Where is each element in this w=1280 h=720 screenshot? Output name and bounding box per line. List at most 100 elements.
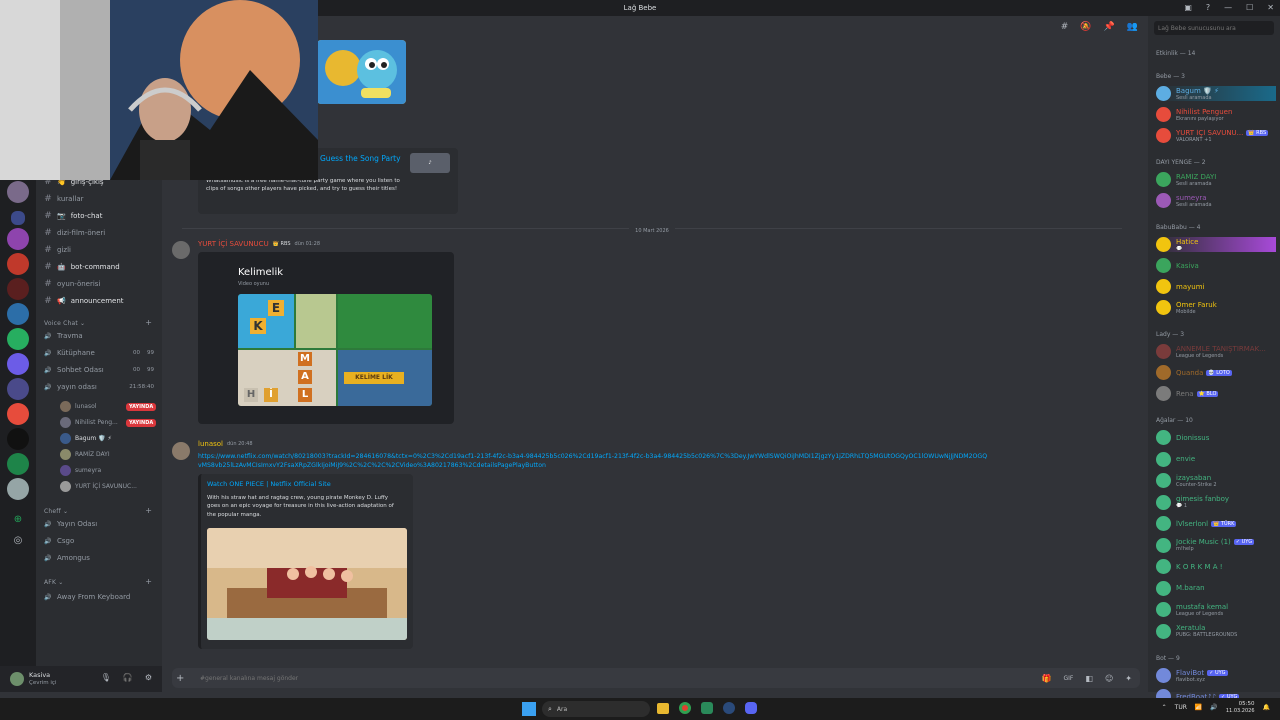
message-author[interactable]: YURT İÇİ SAVUNUCU: [198, 240, 269, 248]
member-row[interactable]: FlaviBot ✓ UYG flavibot.xyz: [1156, 668, 1276, 683]
notification-icon[interactable]: 🔔: [1263, 704, 1270, 711]
clock-time[interactable]: 05:50: [1226, 701, 1255, 708]
add-channel-icon[interactable]: +: [145, 577, 152, 586]
member-row[interactable]: RAMİZ DAYI Sesli aramada: [1156, 172, 1276, 187]
member-row[interactable]: mayumi: [1156, 279, 1276, 294]
steam-icon[interactable]: [723, 702, 735, 714]
game-title-link[interactable]: Guess the Song Party: [320, 154, 401, 163]
member-row[interactable]: Ömer Faruk Mobilde: [1156, 300, 1276, 315]
voice-channel[interactable]: 🔊 Away From Keyboard: [44, 593, 130, 601]
text-channel[interactable]: # 📷 foto-chat: [44, 211, 102, 221]
chevron-up-icon[interactable]: ⌃: [1162, 704, 1167, 711]
clock-date[interactable]: 11.03.2026: [1226, 708, 1255, 714]
server-icon[interactable]: [7, 328, 29, 350]
voice-channel[interactable]: 🔊 yayın odası: [44, 383, 97, 391]
text-channel[interactable]: # 🤖 bot-command: [44, 262, 119, 272]
message-link[interactable]: https://www.netflix.com/watch/80218003?t…: [198, 452, 988, 471]
sticker-icon[interactable]: ◧: [1085, 674, 1093, 683]
embed-image[interactable]: [207, 528, 407, 640]
embed-title-link[interactable]: Watch ONE PIECE | Netflix Official Site: [207, 480, 331, 488]
minimize-icon[interactable]: —: [1224, 3, 1232, 12]
afk-category[interactable]: AFK ⌄: [44, 579, 63, 586]
server-icon[interactable]: [7, 478, 29, 500]
member-row[interactable]: Quanda 💀 LOTO: [1156, 365, 1276, 380]
avatar[interactable]: [172, 241, 190, 259]
settings-gear-icon[interactable]: ⚙: [145, 673, 152, 682]
server-icon[interactable]: [7, 253, 29, 275]
cheff-category[interactable]: Cheff ⌄: [44, 508, 68, 515]
avatar[interactable]: [10, 672, 24, 686]
search-input[interactable]: [1158, 24, 1274, 32]
server-icon[interactable]: [7, 278, 29, 300]
activity-card[interactable]: Kelimelik Video oyunu K E M A L İ H KELİ…: [198, 252, 454, 424]
member-row[interactable]: YURT İÇİ SAVUNU... 👑 RBS VALORANT +1: [1156, 128, 1276, 143]
member-row[interactable]: Dionissus: [1156, 430, 1276, 445]
mute-icon[interactable]: 🔕: [1080, 22, 1091, 32]
threads-icon[interactable]: #: [1061, 22, 1069, 32]
language-indicator[interactable]: TUR: [1175, 704, 1187, 711]
server-icon[interactable]: [7, 303, 29, 325]
member-row[interactable]: M.baran: [1156, 580, 1276, 596]
gif-icon[interactable]: GIF: [1064, 675, 1074, 682]
member-row[interactable]: Hatice 💬: [1156, 237, 1276, 252]
app-icon[interactable]: [701, 702, 713, 714]
voice-user[interactable]: Bagum 🛡️ ⚡: [60, 433, 112, 444]
voice-channel[interactable]: 🔊 Sohbet Odası: [44, 366, 103, 374]
emoji-icon[interactable]: ☺: [1105, 674, 1113, 683]
member-row[interactable]: K O R K M A !: [1156, 559, 1276, 574]
server-icon[interactable]: [7, 228, 29, 250]
member-row[interactable]: Nihilist Penguen Ekranını paylaşıyor: [1156, 107, 1276, 122]
microphone-icon[interactable]: 🎙: [101, 673, 111, 682]
maximize-icon[interactable]: ☐: [1246, 3, 1253, 12]
members-icon[interactable]: 👥: [1127, 22, 1138, 32]
voice-channel[interactable]: 🔊 Yayın Odası: [44, 520, 97, 528]
server-icon[interactable]: [7, 353, 29, 375]
volume-icon[interactable]: 🔊: [1210, 704, 1217, 711]
voice-category[interactable]: Voice Chat ⌄: [44, 320, 85, 327]
close-icon[interactable]: ✕: [1267, 3, 1274, 12]
voice-channel[interactable]: 🔊 Csgo: [44, 537, 74, 545]
member-row[interactable]: mustafa kemal League of Legends: [1156, 602, 1276, 617]
member-row[interactable]: Bagum 🛡️ ⚡ Sesli aramada: [1156, 86, 1276, 101]
pin-icon[interactable]: 📌: [1104, 22, 1115, 32]
add-attachment-icon[interactable]: +: [176, 673, 196, 684]
apps-icon[interactable]: ✦: [1125, 674, 1132, 683]
voice-channel[interactable]: 🔊 Travma: [44, 332, 82, 340]
chrome-icon[interactable]: [679, 702, 691, 714]
add-channel-icon[interactable]: +: [145, 318, 152, 327]
help-icon[interactable]: ?: [1206, 3, 1210, 12]
server-icon[interactable]: [7, 453, 29, 475]
member-row[interactable]: gimesis fanboy 💬 1: [1156, 494, 1276, 510]
avatar[interactable]: [172, 442, 190, 460]
member-row[interactable]: Jockie Music (1) ✓ UYG m!help: [1156, 537, 1276, 553]
voice-user[interactable]: Nihilist Peng... YAYINDA: [60, 417, 157, 428]
discover-icon[interactable]: ◎: [0, 535, 36, 546]
file-explorer-icon[interactable]: [657, 703, 669, 714]
member-row[interactable]: izaysaban Counter-Strike 2: [1156, 473, 1276, 488]
member-row[interactable]: Kasiva: [1156, 258, 1276, 273]
server-icon[interactable]: [11, 211, 25, 225]
taskbar-search[interactable]: ⌕ Ara: [542, 701, 650, 717]
server-icon[interactable]: [7, 428, 29, 450]
server-icon[interactable]: [7, 378, 29, 400]
member-row[interactable]: envie: [1156, 451, 1276, 467]
discord-icon[interactable]: [745, 702, 757, 714]
member-row[interactable]: lVlserlonl 👑 TÜRK: [1156, 516, 1276, 531]
member-row[interactable]: ANNEMLE TANIŞTIRMAK... League of Legends: [1156, 344, 1276, 359]
text-channel[interactable]: # oyun-önerisi: [44, 279, 100, 289]
shared-image[interactable]: [317, 40, 406, 104]
voice-channel[interactable]: 🔊 Amongus: [44, 554, 90, 562]
member-row[interactable]: sumeyra Sesli aramada: [1156, 193, 1276, 208]
text-channel[interactable]: # kurallar: [44, 194, 83, 204]
server-icon[interactable]: [7, 181, 29, 203]
gift-icon[interactable]: 🎁: [1042, 674, 1052, 683]
text-channel[interactable]: # 📢 announcement: [44, 296, 123, 306]
headphones-icon[interactable]: 🎧: [123, 673, 133, 682]
voice-user[interactable]: YURT İÇİ SAVUNUC...: [60, 481, 137, 492]
member-row[interactable]: Xeratula PUBG: BATTLEGROUNDS: [1156, 623, 1276, 639]
add-channel-icon[interactable]: +: [145, 506, 152, 515]
voice-user[interactable]: sumeyra: [60, 465, 101, 476]
text-channel[interactable]: # dizi-film-öneri: [44, 228, 105, 238]
start-icon[interactable]: [522, 702, 536, 716]
text-channel[interactable]: # gizli: [44, 245, 71, 255]
